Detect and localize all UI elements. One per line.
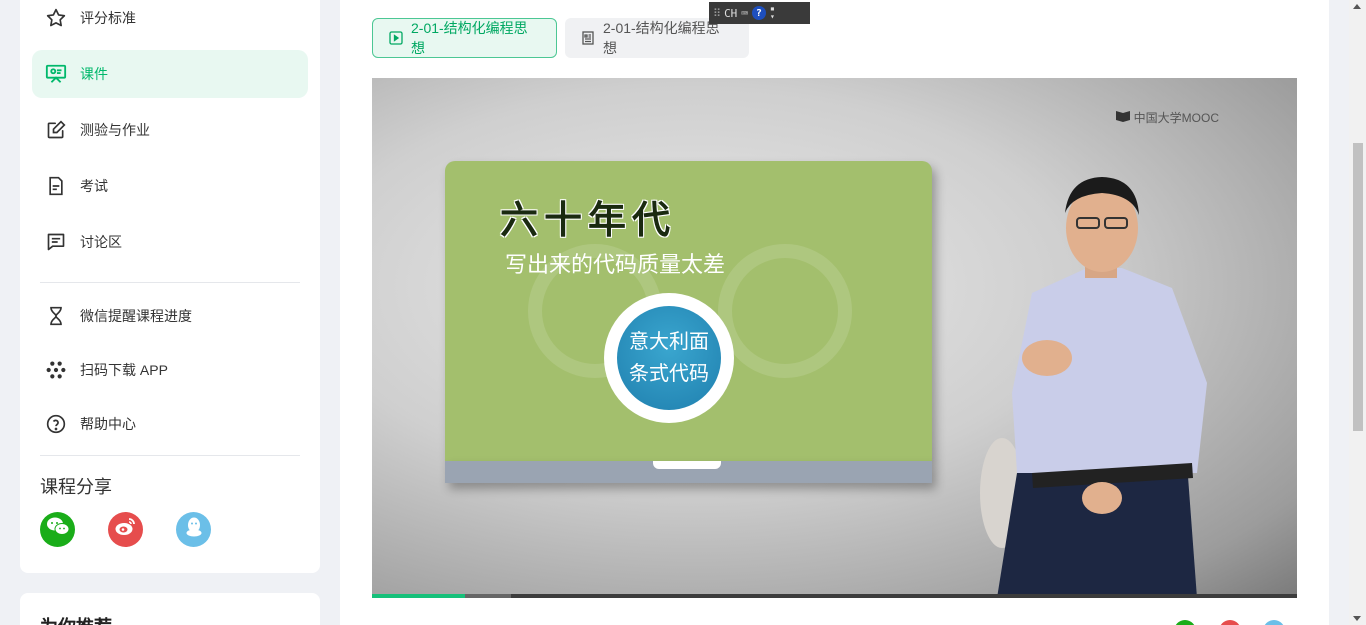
slide-base-notch bbox=[653, 461, 721, 469]
grip-icon: ⠿ bbox=[713, 6, 721, 20]
circle-line-1: 意大利面 bbox=[629, 331, 709, 353]
ime-toolbar[interactable]: ⠿ CH ⌨ ? ▪ ▾ bbox=[709, 2, 810, 24]
share-wechat-button[interactable] bbox=[40, 512, 75, 547]
sidebar-item-label: 测验与作业 bbox=[80, 122, 150, 138]
slide-base bbox=[445, 461, 932, 483]
sidebar-divider bbox=[40, 455, 300, 456]
sidebar-item-label: 微信提醒课程进度 bbox=[80, 308, 192, 324]
main-content: 2-01-结构化编程思想 2-01-结构化编程思想 中国大学MOOC 六十年代 … bbox=[340, 0, 1329, 625]
course-sidebar: 评分标准 课件 测验与作业 考试 讨论区 微信提醒课程进度 扫码下载 APP 帮… bbox=[20, 0, 320, 573]
presentation-icon bbox=[44, 62, 68, 86]
wechat-icon bbox=[46, 516, 70, 543]
sidebar-item-label: 扫码下载 APP bbox=[80, 362, 168, 378]
share-qq-button[interactable] bbox=[176, 512, 211, 547]
document-icon bbox=[44, 174, 68, 198]
edit-icon bbox=[44, 118, 68, 142]
sidebar-divider bbox=[40, 282, 300, 283]
app-icon bbox=[44, 358, 68, 382]
star-icon bbox=[44, 6, 68, 30]
slide-heading: 六十年代 bbox=[500, 200, 677, 242]
sidebar-item-label: 讨论区 bbox=[80, 234, 122, 250]
sidebar-item-wechat-reminder[interactable]: 微信提醒课程进度 bbox=[32, 292, 308, 340]
sidebar-item-quiz-homework[interactable]: 测验与作业 bbox=[32, 106, 308, 154]
scroll-down-icon[interactable] bbox=[1353, 616, 1361, 621]
share-qq-small-icon[interactable] bbox=[1263, 620, 1285, 625]
recommend-title: 为你推荐 bbox=[40, 613, 112, 625]
slide-circle-inner: 意大利面 条式代码 bbox=[617, 306, 721, 410]
share-wechat-small-icon[interactable] bbox=[1174, 620, 1196, 625]
chat-icon bbox=[44, 230, 68, 254]
doc-icon bbox=[581, 31, 595, 45]
play-icon bbox=[389, 31, 403, 45]
scroll-up-icon[interactable] bbox=[1353, 4, 1361, 9]
help-icon[interactable]: ? bbox=[751, 6, 766, 20]
sidebar-item-label: 帮助中心 bbox=[80, 416, 136, 432]
slide-subheading: 写出来的代码质量太差 bbox=[505, 252, 726, 277]
scrollbar-thumb[interactable] bbox=[1353, 143, 1363, 431]
sidebar-item-exam[interactable]: 考试 bbox=[32, 162, 308, 210]
qq-icon bbox=[184, 516, 204, 543]
mooc-watermark: 中国大学MOOC bbox=[1115, 109, 1219, 126]
weibo-icon bbox=[114, 516, 138, 543]
circle-line-2: 条式代码 bbox=[629, 363, 709, 385]
presenter-figure bbox=[980, 177, 1207, 598]
watermark-text: 中国大学MOOC bbox=[1133, 111, 1219, 125]
keyboard-icon[interactable]: ⌨ bbox=[741, 7, 748, 20]
share-title: 课程分享 bbox=[40, 477, 112, 497]
sidebar-item-courseware[interactable]: 课件 bbox=[32, 50, 308, 98]
sidebar-item-label: 课件 bbox=[80, 66, 108, 82]
options-icon[interactable]: ▪ ▾ bbox=[770, 5, 775, 21]
video-progress-bar[interactable] bbox=[372, 594, 1297, 598]
slide-circle: 意大利面 条式代码 bbox=[604, 293, 734, 423]
sidebar-item-discussion[interactable]: 讨论区 bbox=[32, 218, 308, 266]
tab-video[interactable]: 2-01-结构化编程思想 bbox=[372, 18, 557, 58]
recommend-panel: 为你推荐 bbox=[20, 593, 320, 625]
mooc-logo-icon bbox=[1115, 109, 1131, 126]
share-weibo-button[interactable] bbox=[108, 512, 143, 547]
tab-label: 2-01-结构化编程思想 bbox=[603, 20, 720, 56]
sidebar-item-download-app[interactable]: 扫码下载 APP bbox=[32, 346, 308, 394]
page-scrollbar[interactable] bbox=[1349, 0, 1366, 625]
tab-label: 2-01-结构化编程思想 bbox=[411, 20, 528, 56]
tab-document[interactable]: 2-01-结构化编程思想 bbox=[565, 18, 749, 58]
video-player[interactable]: 中国大学MOOC 六十年代 写出来的代码质量太差 意大利面 条式代码 bbox=[372, 78, 1297, 598]
sidebar-item-label: 评分标准 bbox=[80, 10, 136, 26]
sidebar-item-grading[interactable]: 评分标准 bbox=[32, 0, 308, 42]
sidebar-item-help-center[interactable]: 帮助中心 bbox=[32, 400, 308, 448]
hourglass-icon bbox=[44, 304, 68, 328]
ime-language[interactable]: CH bbox=[724, 7, 737, 20]
sidebar-item-label: 考试 bbox=[80, 178, 108, 194]
share-weibo-small-icon[interactable] bbox=[1219, 620, 1241, 625]
video-progress-fill bbox=[372, 594, 465, 598]
help-icon bbox=[44, 412, 68, 436]
slide-board: 六十年代 写出来的代码质量太差 意大利面 条式代码 bbox=[445, 161, 932, 461]
